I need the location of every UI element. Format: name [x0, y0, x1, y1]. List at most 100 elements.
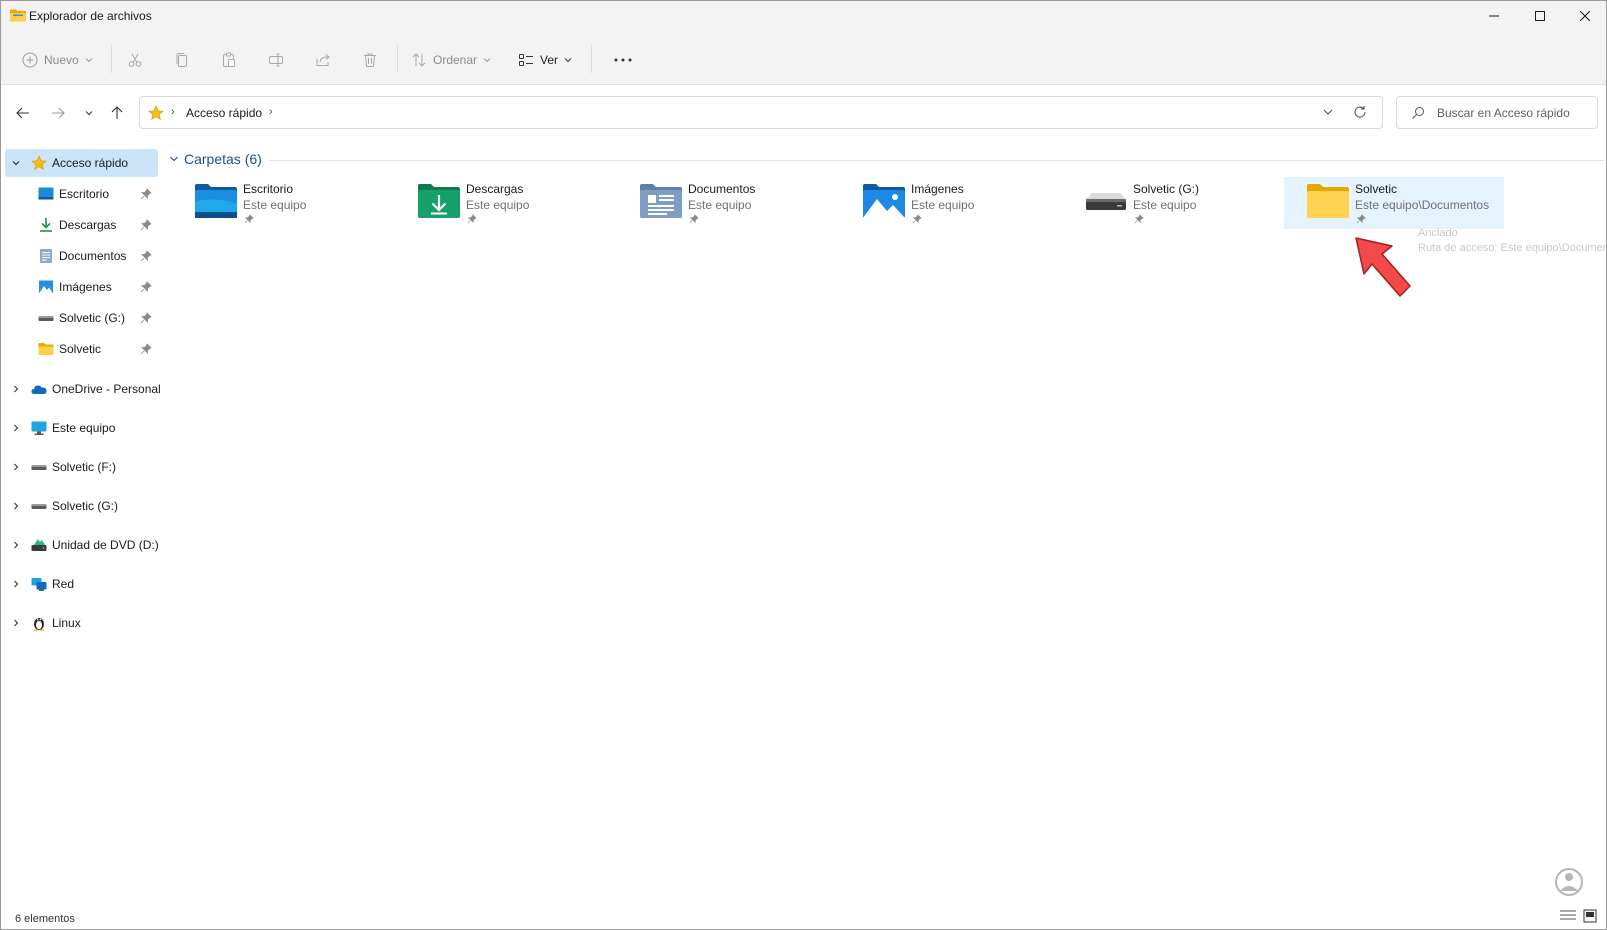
copy-button[interactable]	[174, 46, 190, 74]
folder-tile-solvetic[interactable]: Solvetic Este equipo\Documentos	[1284, 177, 1504, 229]
chevron-right-icon[interactable]	[11, 462, 21, 472]
sidebar-item-imagenes[interactable]: Imágenes	[5, 273, 158, 301]
sidebar-item-solvetic-g-root[interactable]: Solvetic (G:)	[5, 492, 158, 520]
address-bar[interactable]: › Acceso rápido ›	[139, 96, 1383, 129]
sort-button[interactable]: Ordenar	[411, 46, 491, 74]
refresh-icon[interactable]	[1353, 105, 1367, 119]
documents-icon	[40, 249, 52, 263]
folder-tile-descargas[interactable]: Descargas Este equipo	[407, 177, 627, 229]
view-button[interactable]: Ver	[518, 46, 572, 74]
toolbar-divider	[111, 45, 112, 73]
pin-icon[interactable]	[140, 250, 152, 262]
tile-location: Este equipo	[911, 198, 975, 212]
chevron-right-icon[interactable]	[11, 579, 21, 589]
new-icon	[22, 52, 38, 68]
sidebar-item-solvetic[interactable]: Solvetic	[5, 335, 158, 363]
share-button[interactable]	[315, 46, 331, 74]
sidebar-item-documentos[interactable]: Documentos	[5, 242, 158, 270]
sort-icon	[412, 53, 426, 67]
maximize-icon	[1535, 11, 1545, 21]
details-view-icon[interactable]	[1559, 909, 1577, 923]
group-header-folders[interactable]: Carpetas (6)	[169, 151, 262, 167]
paste-icon	[223, 52, 235, 67]
sidebar-item-red[interactable]: Red	[5, 570, 158, 598]
drive-icon	[38, 316, 54, 321]
sidebar-item-dvd[interactable]: Unidad de DVD (D:)	[5, 531, 159, 559]
sort-label: Ordenar	[433, 53, 478, 67]
navigation-row: › Acceso rápido › Buscar en Acceso rápid…	[1, 85, 1606, 139]
chevron-down-icon[interactable]	[11, 158, 21, 168]
star-icon	[31, 155, 47, 171]
toolbar-divider	[591, 45, 592, 73]
tile-name: Imágenes	[911, 182, 964, 196]
cut-icon	[128, 53, 142, 67]
paste-button[interactable]	[221, 46, 237, 74]
chevron-right-icon[interactable]	[11, 423, 21, 433]
rename-icon	[269, 53, 283, 67]
chevron-right-icon[interactable]	[11, 540, 21, 550]
pin-icon	[467, 214, 477, 224]
sidebar-item-solvetic-f[interactable]: Solvetic (F:)	[5, 453, 158, 481]
chevron-down-icon[interactable]	[1322, 106, 1334, 118]
sidebar-item-este-equipo[interactable]: Este equipo	[5, 414, 158, 442]
solvetic-logo-icon	[1555, 868, 1583, 896]
folder-tile-escritorio[interactable]: Escritorio Este equipo	[184, 177, 404, 229]
dvd-icon	[31, 539, 47, 551]
breadcrumb-chevron-icon[interactable]: ›	[171, 106, 175, 118]
sidebar-item-quick-access[interactable]: Acceso rápido	[5, 149, 158, 177]
status-bar: 6 elementos	[1, 899, 1606, 929]
up-button[interactable]	[105, 101, 129, 125]
sidebar-item-label: Solvetic (G:)	[52, 499, 119, 513]
tiles-view-icon[interactable]	[1583, 909, 1597, 923]
minimize-button[interactable]	[1471, 1, 1517, 31]
tile-name: Solvetic (G:)	[1133, 182, 1200, 196]
chevron-down-icon	[85, 111, 93, 116]
pin-icon[interactable]	[140, 343, 152, 355]
delete-button[interactable]	[362, 46, 378, 74]
copy-icon	[176, 53, 187, 67]
sidebar-item-linux[interactable]: Linux	[5, 609, 158, 637]
search-placeholder: Buscar en Acceso rápido	[1437, 106, 1570, 120]
window-title: Explorador de archivos	[29, 9, 152, 23]
sidebar-item-label: Imágenes	[59, 280, 112, 294]
view-icon	[519, 54, 533, 66]
pin-icon[interactable]	[140, 281, 152, 293]
chevron-right-icon[interactable]	[11, 618, 21, 628]
chevron-right-icon[interactable]	[11, 384, 21, 394]
annotation-arrow-icon	[1355, 237, 1411, 297]
back-button[interactable]	[11, 101, 35, 125]
maximize-button[interactable]	[1517, 1, 1563, 31]
close-button[interactable]	[1562, 1, 1606, 31]
sidebar-item-descargas[interactable]: Descargas	[5, 211, 158, 239]
tile-name: Solvetic	[1355, 182, 1398, 196]
breadcrumb-item[interactable]: Acceso rápido	[186, 106, 262, 120]
chevron-down-icon	[483, 58, 491, 63]
sidebar-item-onedrive[interactable]: OneDrive - Personal	[5, 375, 161, 403]
pin-icon[interactable]	[140, 312, 152, 324]
new-button[interactable]: Nuevo	[22, 46, 93, 74]
sidebar-item-label: Red	[52, 577, 75, 591]
desktop-icon	[38, 187, 54, 200]
sidebar-item-solvetic-g[interactable]: Solvetic (G:)	[5, 304, 158, 332]
sidebar-item-label: Solvetic (F:)	[52, 460, 117, 474]
pin-icon[interactable]	[140, 188, 152, 200]
folder-tile-documentos[interactable]: Documentos Este equipo	[629, 177, 849, 229]
sidebar-item-escritorio[interactable]: Escritorio	[5, 180, 158, 208]
drive-tile-solvetic-g[interactable]: Solvetic (G:) Este equipo	[1074, 177, 1294, 229]
pin-icon	[689, 214, 699, 224]
pin-icon[interactable]	[140, 219, 152, 231]
drive-icon	[31, 465, 47, 470]
rename-button[interactable]	[268, 46, 284, 74]
recent-locations-button[interactable]	[77, 101, 101, 125]
breadcrumb-chevron-icon[interactable]: ›	[269, 106, 273, 118]
sidebar-item-label: Descargas	[59, 218, 117, 232]
chevron-down-icon	[170, 156, 178, 162]
pin-icon	[1134, 214, 1144, 224]
command-bar: Nuevo Ordenar Ver	[1, 31, 1606, 85]
search-input[interactable]: Buscar en Acceso rápido	[1396, 96, 1598, 129]
chevron-right-icon[interactable]	[11, 501, 21, 511]
forward-button[interactable]	[46, 101, 70, 125]
more-options-button[interactable]	[613, 46, 633, 74]
folder-tile-imagenes[interactable]: Imágenes Este equipo	[852, 177, 1072, 229]
cut-button[interactable]	[127, 46, 143, 74]
